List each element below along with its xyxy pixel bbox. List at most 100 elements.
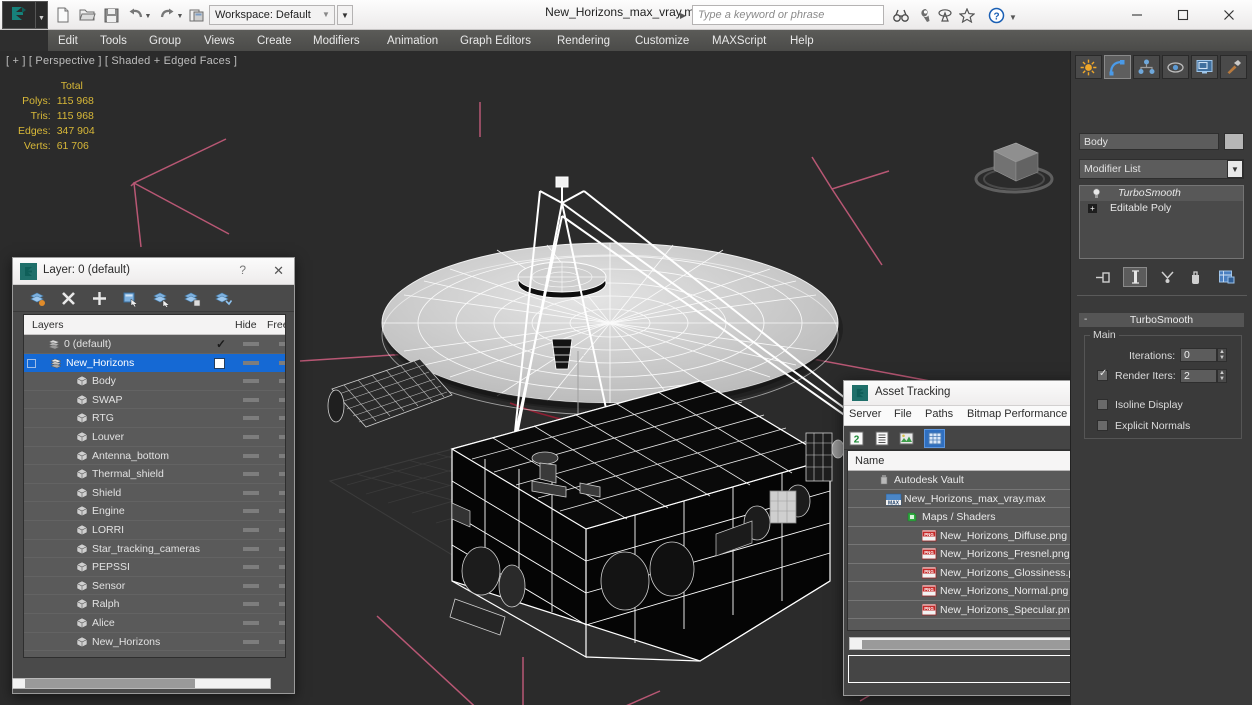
asset-name[interactable]: New_Horizons_Normal.png: [940, 585, 1068, 597]
close-button[interactable]: [1206, 0, 1252, 30]
menu-item-help[interactable]: Help: [782, 30, 822, 51]
layer-col-hide[interactable]: Hide: [235, 319, 257, 331]
modifier-stack-item-turbosmooth[interactable]: TurboSmooth: [1080, 186, 1243, 201]
hide-cell[interactable]: [243, 379, 259, 384]
select-objects-in-layer-icon[interactable]: [120, 289, 140, 308]
set-layer-to-selection-icon[interactable]: [213, 289, 233, 308]
layer-dialog-close-button[interactable]: ✕: [273, 263, 284, 279]
freeze-cell[interactable]: [279, 453, 285, 458]
list-item[interactable]: Sensor: [24, 577, 285, 596]
lightbulb-icon[interactable]: [1092, 188, 1101, 202]
search-input[interactable]: Type a keyword or phrase: [692, 5, 884, 25]
object-name[interactable]: Shield: [92, 487, 121, 499]
help-dropdown-caret-icon[interactable]: ▼: [1009, 13, 1017, 22]
asset-name[interactable]: New_Horizons_Glossiness.png: [940, 567, 1086, 579]
object-name[interactable]: Alice: [92, 617, 115, 629]
hide-cell[interactable]: [243, 472, 259, 477]
freeze-cell[interactable]: [279, 472, 285, 477]
help-icon[interactable]: ?: [986, 5, 1007, 26]
object-name[interactable]: Engine: [92, 505, 125, 517]
render-iters-spinner[interactable]: ▲ ▼: [1217, 369, 1227, 383]
freeze-cell[interactable]: [279, 342, 285, 346]
create-tab[interactable]: [1075, 55, 1102, 79]
asset-menu-paths[interactable]: Paths: [925, 408, 953, 420]
asset-menu-file[interactable]: File: [894, 408, 912, 420]
hide-cell[interactable]: [243, 490, 259, 495]
show-end-result-icon[interactable]: [1123, 267, 1147, 287]
layer-name[interactable]: 0 (default): [64, 338, 111, 350]
menu-item-group[interactable]: Group: [141, 30, 189, 51]
freeze-cell[interactable]: [279, 546, 285, 551]
freeze-cell[interactable]: [279, 509, 285, 514]
asset-col-name[interactable]: Name: [855, 455, 884, 467]
object-name[interactable]: New_Horizons: [92, 636, 160, 648]
list-item[interactable]: Ralph: [24, 595, 285, 614]
explicit-normals-checkbox[interactable]: [1097, 420, 1108, 431]
menu-item-rendering[interactable]: Rendering: [549, 30, 618, 51]
list-item[interactable]: SWAP: [24, 391, 285, 410]
table-row[interactable]: New_Horizons: [24, 353, 285, 373]
asset-name[interactable]: New_Horizons_Diffuse.png: [940, 530, 1067, 542]
hide-cell[interactable]: [243, 639, 259, 644]
list-item[interactable]: New_Horizons: [24, 633, 285, 652]
asset-name[interactable]: New_Horizons_max_vray.max: [904, 493, 1046, 505]
make-unique-icon[interactable]: [1155, 267, 1179, 287]
binoculars-icon[interactable]: [890, 5, 911, 26]
star-icon[interactable]: [956, 5, 977, 26]
satellite-dish-icon[interactable]: [934, 5, 955, 26]
layer-dialog-titlebar[interactable]: Layer: 0 (default) ? ✕: [13, 258, 294, 285]
layer-col-layers[interactable]: Layers: [32, 319, 64, 331]
menu-item-edit[interactable]: Edit: [50, 30, 86, 51]
freeze-cell[interactable]: [279, 434, 285, 439]
configure-modifier-sets-icon[interactable]: [1215, 267, 1239, 287]
list-view-icon[interactable]: [872, 430, 891, 447]
iterations-input[interactable]: 0: [1180, 348, 1217, 362]
rollout-header-turbosmooth[interactable]: TurboSmooth: [1079, 313, 1244, 327]
modifier-name[interactable]: Editable Poly: [1110, 202, 1171, 214]
object-name[interactable]: PEPSSI: [92, 561, 130, 573]
hide-cell[interactable]: [243, 527, 259, 532]
layer-list[interactable]: Layers Hide Freeze 0 (default) ✓ New_Hor…: [23, 314, 286, 658]
minimize-button[interactable]: [1114, 0, 1160, 30]
menu-item-customize[interactable]: Customize: [627, 30, 697, 51]
add-selection-to-layer-icon[interactable]: [182, 289, 202, 308]
asset-name[interactable]: Autodesk Vault: [894, 474, 964, 486]
menu-item-create[interactable]: Create: [249, 30, 300, 51]
hide-cell[interactable]: [243, 583, 259, 588]
hide-cell[interactable]: [243, 342, 259, 346]
hide-cell[interactable]: [243, 565, 259, 570]
object-name[interactable]: Antenna_bottom: [92, 450, 169, 462]
object-name[interactable]: Louver: [92, 431, 124, 443]
asset-menu-server[interactable]: Server: [849, 408, 881, 420]
render-iters-input[interactable]: 2: [1180, 369, 1217, 383]
freeze-cell[interactable]: [279, 527, 285, 532]
menu-item-maxscript[interactable]: MAXScript: [704, 30, 774, 51]
bitmap-icon[interactable]: [897, 430, 916, 447]
list-item[interactable]: Engine: [24, 502, 285, 521]
utilities-tab[interactable]: [1220, 55, 1247, 79]
menu-item-tools[interactable]: Tools: [92, 30, 135, 51]
freeze-cell[interactable]: [279, 490, 285, 495]
asset-name[interactable]: New_Horizons_Specular.png: [940, 604, 1075, 616]
refresh-icon[interactable]: 2: [847, 430, 866, 447]
freeze-cell[interactable]: [279, 565, 285, 570]
freeze-cell[interactable]: [279, 602, 285, 607]
list-item[interactable]: Shield: [24, 484, 285, 503]
freeze-cell[interactable]: [279, 360, 285, 365]
hide-toggle-checkbox[interactable]: [214, 357, 225, 369]
modify-tab[interactable]: [1104, 55, 1131, 79]
asset-name[interactable]: Maps / Shaders: [922, 511, 996, 523]
hide-cell[interactable]: [243, 453, 259, 458]
hide-checkmark-icon[interactable]: ✓: [216, 337, 226, 351]
list-item[interactable]: Body: [24, 372, 285, 391]
list-item[interactable]: Thermal_shield: [24, 465, 285, 484]
layer-scrollbar-thumb[interactable]: [25, 679, 195, 688]
create-new-layer-icon[interactable]: [27, 289, 47, 308]
list-item[interactable]: Alice: [24, 614, 285, 633]
hide-cell[interactable]: [243, 434, 259, 439]
hide-cell[interactable]: [243, 416, 259, 421]
search-expand-caret-icon[interactable]: ▶: [680, 11, 686, 20]
motion-tab[interactable]: [1162, 55, 1189, 79]
layer-name[interactable]: New_Horizons: [66, 357, 134, 369]
hide-cell[interactable]: [243, 360, 259, 365]
